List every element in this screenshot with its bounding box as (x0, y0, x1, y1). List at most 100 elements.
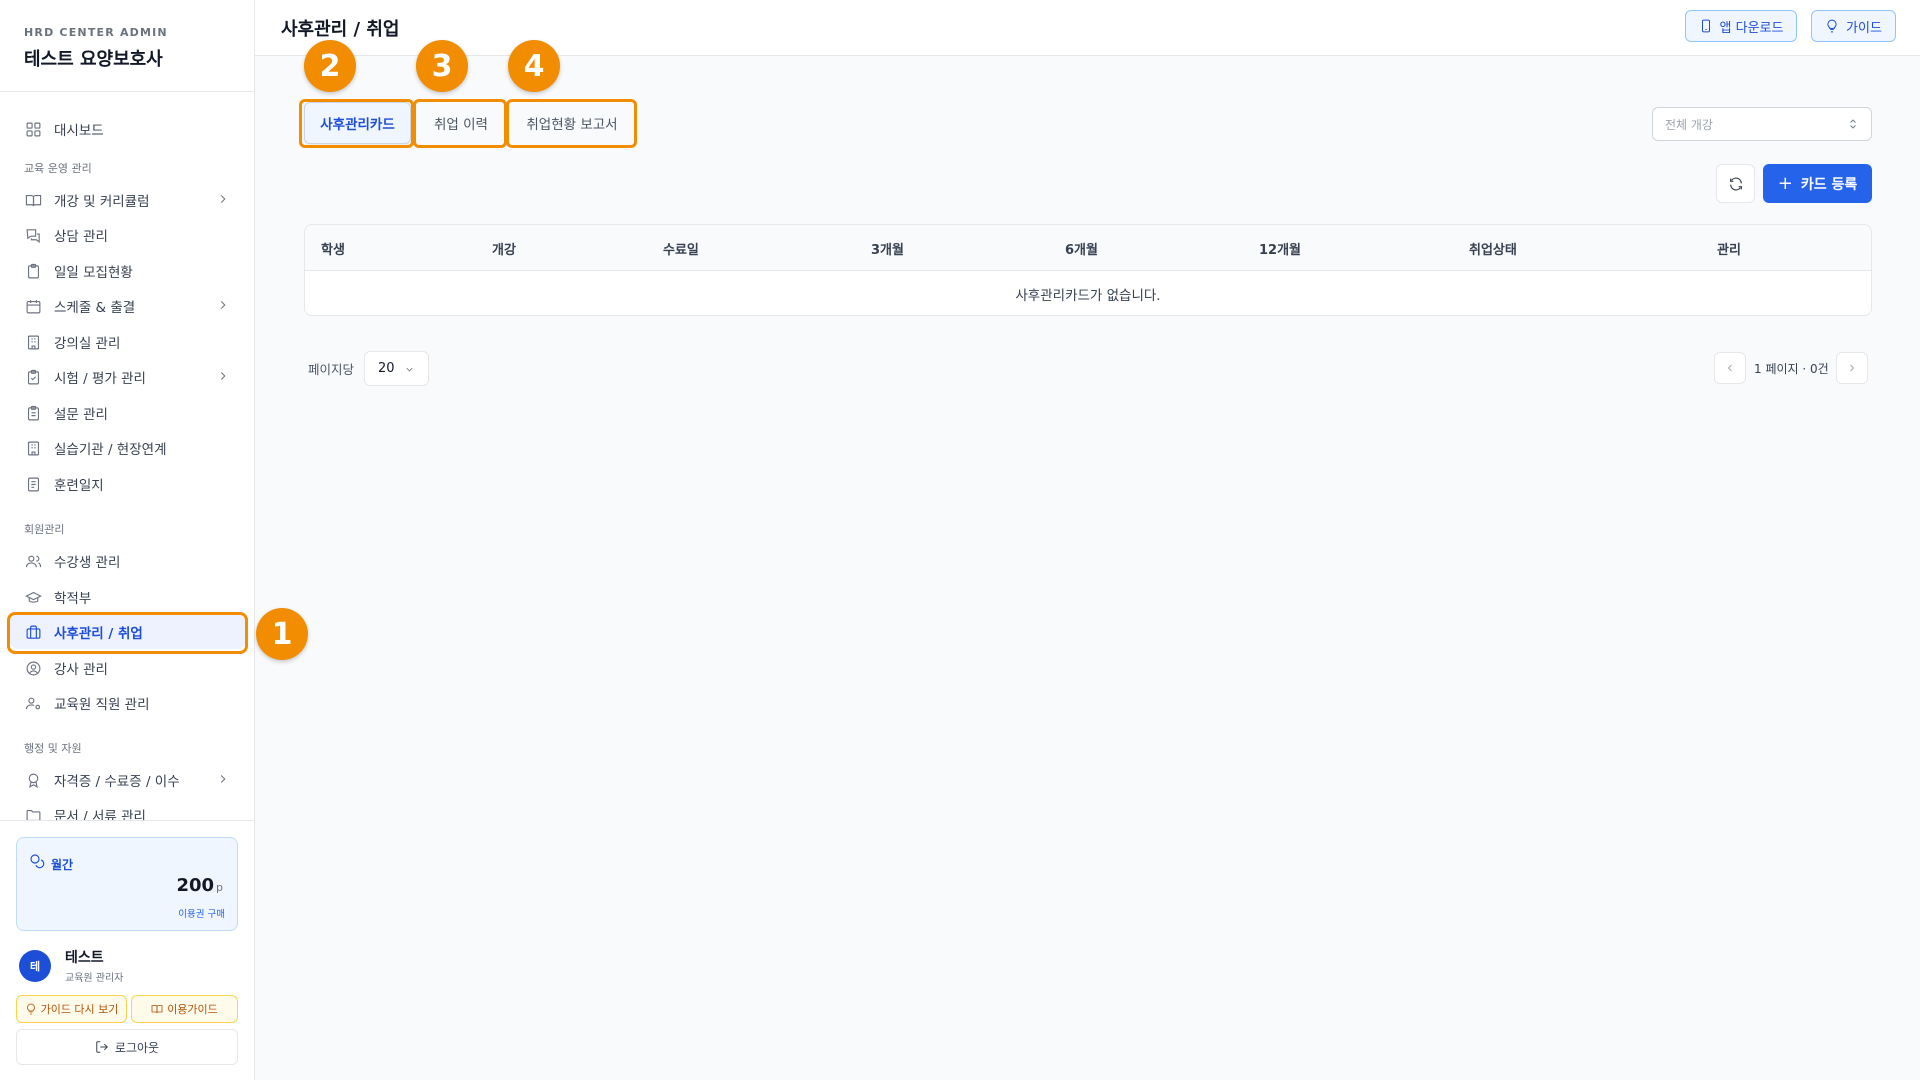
user-name: 테스트 (65, 950, 104, 966)
points-card: 월간 200 p 이용권 구매 (16, 837, 238, 931)
folder-icon (24, 806, 42, 820)
clipboard-check-icon (24, 368, 42, 386)
sidebar-item-label: 교육원 직원 관리 (54, 697, 150, 713)
points-label: 월간 (51, 858, 74, 872)
sidebar-item-registry[interactable]: 학적부 (10, 580, 246, 614)
sidebar-item-classroom[interactable]: 강의실 관리 (10, 325, 246, 359)
table-header: 학생 개강 수료일 3개월 6개월 12개월 취업상태 관리 (305, 225, 1871, 271)
sidebar-item-staff[interactable]: 교육원 직원 관리 (10, 686, 246, 720)
lightbulb-icon (1827, 19, 1837, 33)
brand-subtitle: HRD CENTER ADMIN (24, 26, 168, 39)
sidebar-item-label: 설문 관리 (54, 407, 108, 423)
chevron-right-icon (220, 195, 226, 203)
users-icon (24, 552, 42, 570)
app-download-button[interactable]: 앱 다운로드 (1685, 10, 1797, 42)
sidebar-item-survey[interactable]: 설문 관리 (10, 396, 246, 430)
smartphone-icon (1701, 19, 1710, 33)
highlight-box-4 (506, 99, 637, 148)
book-icon (24, 191, 42, 209)
per-page-select[interactable]: 20 (364, 351, 429, 386)
step-badge-4: 4 (508, 40, 560, 92)
sidebar-item-instructors[interactable]: 강사 관리 (10, 651, 246, 685)
sidebar-item-label: 강의실 관리 (54, 336, 121, 352)
chevron-left-icon (1727, 364, 1732, 372)
sidebar-item-daily-recruit[interactable]: 일일 모집현황 (10, 254, 246, 288)
sidebar-item-label: 자격증 / 수료증 / 이수 (54, 774, 180, 790)
book-open-icon (151, 1005, 163, 1014)
chevron-right-icon (220, 301, 226, 309)
guide-again-label: 가이드 다시 보기 (40, 1003, 119, 1016)
sidebar-nav: 대시보드 교육 운영 관리 개강 및 커리큘럼 상담 관리 일일 모집현황 스케… (0, 92, 254, 820)
brand: HRD CENTER ADMIN 테스트 요양보호사 (0, 0, 254, 92)
points-unit: p (216, 881, 223, 894)
chevron-right-icon (1850, 364, 1855, 372)
sidebar-item-label: 스케줄 & 출결 (54, 300, 136, 316)
step-badge-3: 3 (416, 40, 468, 92)
course-filter-select[interactable]: 전체 개강 (1652, 107, 1872, 141)
sidebar-item-journal[interactable]: 훈련일지 (10, 467, 246, 501)
section-education: 교육 운영 관리 (24, 162, 92, 175)
sidebar-item-students[interactable]: 수강생 관리 (10, 544, 246, 578)
column-header: 3개월 (871, 243, 904, 258)
sidebar-item-label: 일일 모집현황 (54, 265, 133, 281)
user-role: 교육원 관리자 (65, 973, 124, 984)
usage-guide-button[interactable]: 이용가이드 (131, 995, 238, 1023)
calendar-icon (24, 297, 42, 315)
sidebar-item-label: 수강생 관리 (54, 555, 121, 571)
sidebar-item-schedule[interactable]: 스케줄 & 출결 (10, 289, 246, 323)
buy-pass-link[interactable]: 이용권 구매 (178, 906, 225, 920)
graduation-cap-icon (24, 588, 42, 606)
points-number: 200 (176, 875, 215, 896)
sidebar-item-practice[interactable]: 실습기관 / 현장연계 (10, 431, 246, 465)
sidebar-item-label: 시험 / 평가 관리 (54, 371, 146, 387)
course-filter-value: 전체 개강 (1665, 117, 1713, 132)
chevron-right-icon (220, 372, 226, 380)
sidebar-item-curriculum[interactable]: 개강 및 커리큘럼 (10, 183, 246, 217)
avatar: 테 (19, 949, 51, 982)
sidebar-item-label: 학적부 (54, 591, 92, 607)
sidebar-item-consult[interactable]: 상담 관리 (10, 218, 246, 252)
per-page-value: 20 (378, 361, 395, 376)
prev-page-button[interactable] (1714, 352, 1746, 384)
clipboard-icon (24, 262, 42, 280)
sidebar-item-label: 강사 관리 (54, 662, 108, 678)
building-icon (24, 333, 42, 351)
user-cog-icon (24, 694, 42, 712)
logout-button[interactable]: 로그아웃 (16, 1029, 238, 1065)
column-header: 6개월 (1065, 243, 1098, 258)
chat-icon (24, 226, 42, 244)
next-page-button[interactable] (1836, 352, 1868, 384)
column-header: 개강 (492, 243, 516, 258)
guide-again-button[interactable]: 가이드 다시 보기 (16, 995, 127, 1023)
sidebar-item-exam[interactable]: 시험 / 평가 관리 (10, 360, 246, 394)
aftercare-table: 학생 개강 수료일 3개월 6개월 12개월 취업상태 관리 사후관리카드가 없… (304, 224, 1872, 316)
guide-button[interactable]: 가이드 (1811, 10, 1896, 42)
lightbulb-icon (26, 1003, 35, 1015)
user-profile: 테 테스트 교육원 관리자 (19, 947, 123, 984)
sidebar-item-dashboard[interactable]: 대시보드 (10, 112, 246, 146)
step-badge-1: 1 (256, 608, 308, 660)
refresh-button[interactable] (1716, 164, 1755, 203)
sidebar-item-certificates[interactable]: 자격증 / 수료증 / 이수 (10, 763, 246, 797)
sidebar-item-label: 개강 및 커리큘럼 (54, 194, 150, 210)
app-download-label: 앱 다운로드 (1719, 20, 1784, 36)
logout-icon (96, 1041, 108, 1053)
logout-label: 로그아웃 (114, 1040, 160, 1055)
sidebar-item-label: 상담 관리 (54, 229, 108, 245)
step-badge-2: 2 (304, 40, 356, 92)
brand-title: 테스트 요양보호사 (24, 49, 163, 70)
column-header: 학생 (321, 243, 345, 258)
award-icon (24, 771, 42, 789)
refresh-icon (1729, 177, 1742, 190)
column-header: 관리 (1717, 243, 1741, 258)
sidebar-item-label: 실습기관 / 현장연계 (54, 442, 167, 458)
page-title: 사후관리 / 취업 (281, 19, 400, 40)
sidebar-item-documents[interactable]: 문서 / 서류 관리 (10, 798, 246, 820)
empty-message: 사후관리카드가 없습니다. (1015, 287, 1161, 304)
plus-icon: + (1777, 173, 1793, 194)
clipboard-list-icon (24, 404, 42, 422)
add-card-button[interactable]: + 카드 등록 (1763, 164, 1872, 203)
page-info: 1 페이지 · 0건 (1754, 362, 1829, 376)
building-icon (24, 439, 42, 457)
document-icon (24, 475, 42, 493)
